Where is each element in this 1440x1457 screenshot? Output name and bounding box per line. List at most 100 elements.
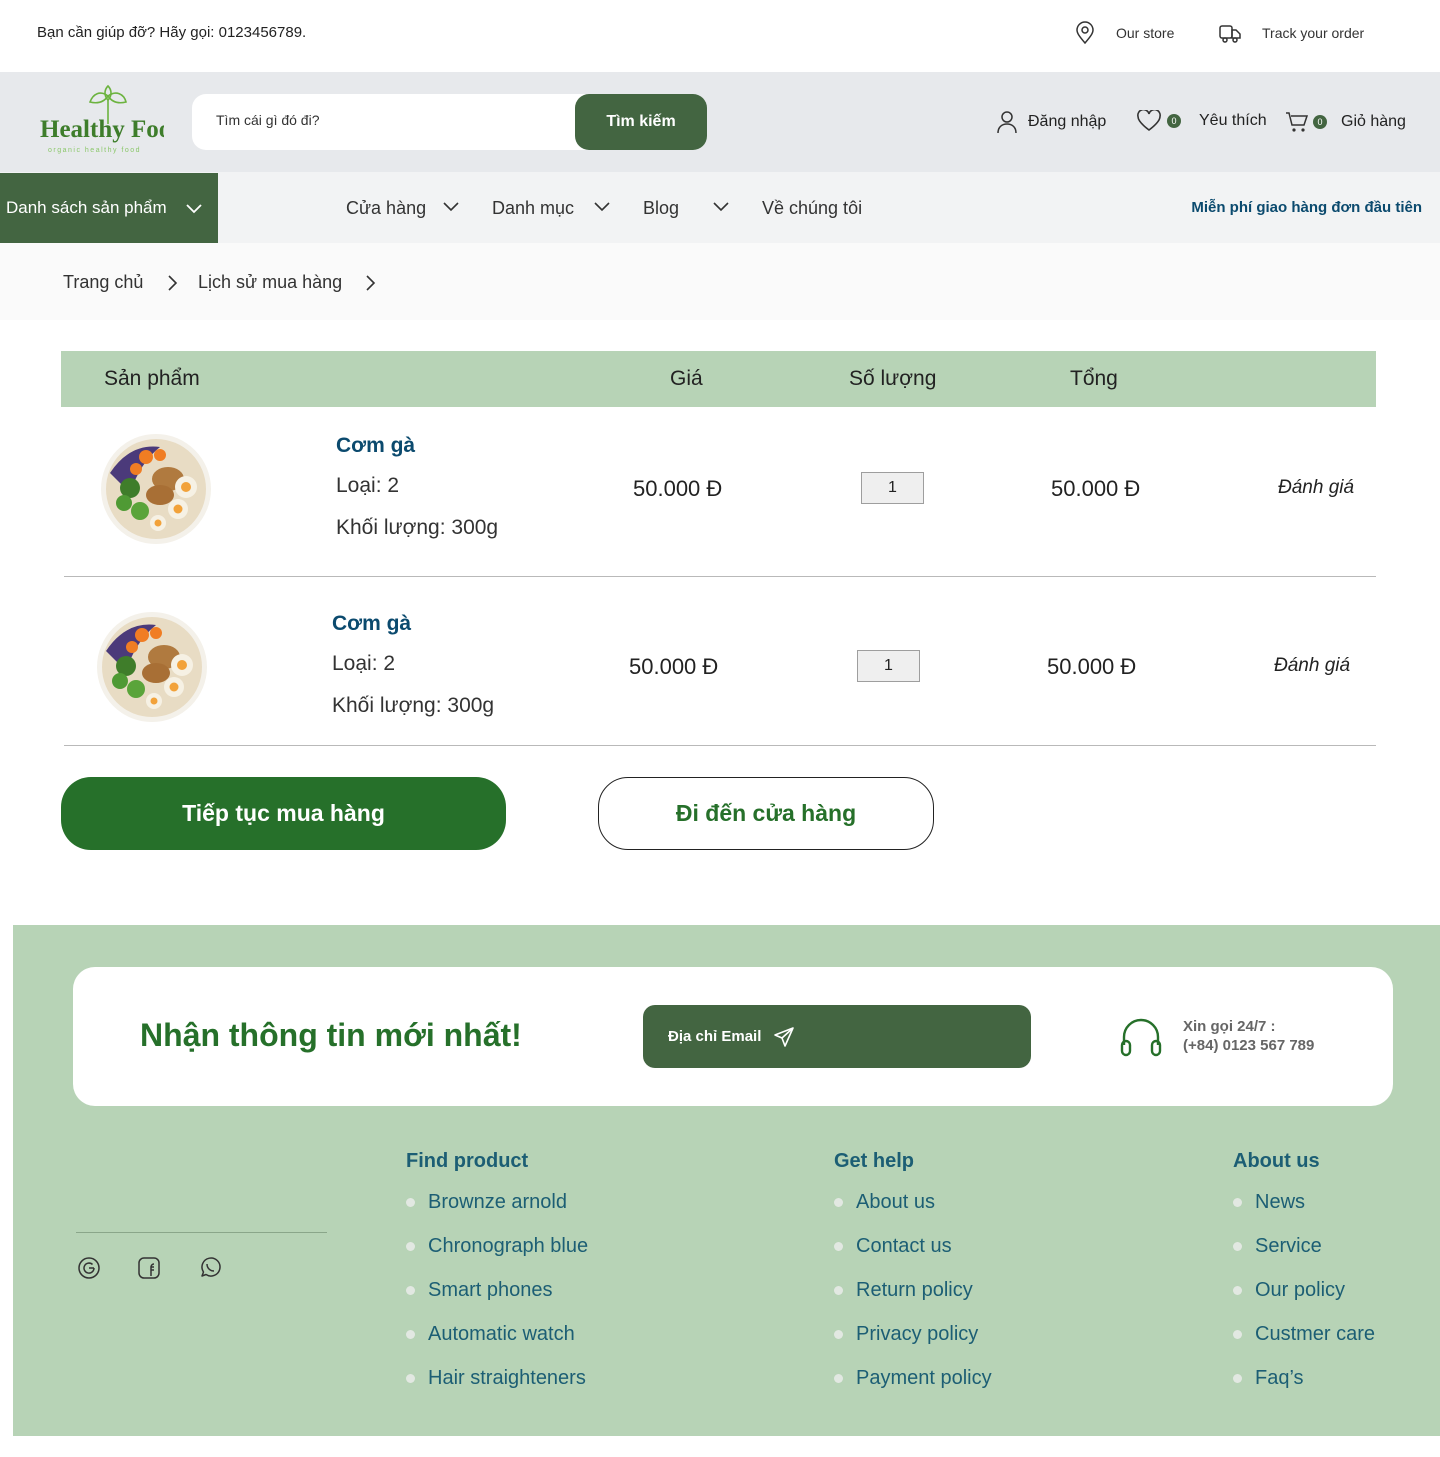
footer-link[interactable]: Payment policy	[856, 1367, 992, 1390]
product-price: 50.000 Đ	[633, 476, 723, 501]
bullet-dot	[406, 1330, 415, 1339]
product-image[interactable]	[100, 433, 212, 545]
bullet-dot	[834, 1242, 843, 1251]
google-icon[interactable]	[77, 1256, 101, 1280]
column-header-quantity: Số lượng	[849, 367, 937, 390]
category-button-label: Danh sách sản phẩm	[6, 198, 167, 217]
table-row: Cơm gà Loại: 2 Khối lượng: 300g 50.000 Đ…	[64, 407, 1376, 576]
table-row: Cơm gà Loại: 2 Khối lượng: 300g 50.000 Đ…	[64, 585, 1376, 745]
bullet-dot	[406, 1286, 415, 1295]
our-store-label: Our store	[1116, 25, 1175, 41]
cart-icon	[1286, 112, 1309, 132]
nav-item-category[interactable]: Danh mục	[492, 198, 574, 219]
whatsapp-icon[interactable]	[198, 1256, 222, 1280]
continue-shopping-button[interactable]: Tiếp tục mua hàng	[61, 777, 506, 850]
bullet-dot	[834, 1198, 843, 1207]
footer-column-title: About us	[1233, 1150, 1320, 1172]
healthy-food-logo[interactable]: Healthy Food organic healthy food	[38, 82, 185, 158]
logo-wordmark: Healthy Food	[40, 116, 164, 143]
headset-icon	[1120, 1018, 1162, 1057]
bullet-dot	[1233, 1374, 1242, 1383]
footer-column-title: Find product	[406, 1150, 529, 1172]
nav-item-blog[interactable]: Blog	[643, 198, 679, 219]
chevron-down-icon[interactable]	[593, 200, 611, 212]
bullet-dot	[1233, 1198, 1242, 1207]
footer: Nhận thông tin mới nhất! Địa chỉ Email X…	[13, 925, 1440, 1436]
wishlist-count-badge: 0	[1167, 114, 1181, 128]
product-image[interactable]	[96, 611, 208, 723]
footer-link[interactable]: Return policy	[856, 1279, 973, 1302]
breadcrumb: Trang chủ Lịch sử mua hàng	[0, 243, 1440, 320]
product-price: 50.000 Đ	[629, 654, 719, 679]
footer-link[interactable]: Automatic watch	[428, 1323, 575, 1346]
footer-link[interactable]: About us	[856, 1191, 935, 1214]
footer-link[interactable]: Custmer care	[1255, 1323, 1375, 1346]
footer-link[interactable]: Privacy policy	[856, 1323, 978, 1346]
bullet-dot	[1233, 1286, 1242, 1295]
footer-column-title: Get help	[834, 1150, 915, 1172]
cart-label: Giỏ hàng	[1341, 113, 1406, 130]
footer-link[interactable]: Service	[1255, 1235, 1322, 1258]
footer-link[interactable]: Chronograph blue	[428, 1235, 588, 1258]
email-label: Địa chỉ Email	[668, 1028, 762, 1045]
nav-item-store[interactable]: Cửa hàng	[346, 198, 426, 219]
row-divider	[64, 745, 1376, 746]
chevron-down-icon[interactable]	[712, 200, 730, 212]
product-name[interactable]: Cơm gà	[332, 612, 411, 636]
login-link[interactable]: Đăng nhập	[996, 110, 1106, 134]
bullet-dot	[834, 1374, 843, 1383]
bullet-dot	[834, 1330, 843, 1339]
send-icon[interactable]	[773, 1026, 795, 1048]
bullet-dot	[1233, 1330, 1242, 1339]
our-store-link[interactable]: Our store	[1074, 21, 1174, 45]
user-icon	[997, 111, 1017, 134]
cart-link[interactable]: 0 Giỏ hàng	[1285, 110, 1406, 134]
location-pin-icon	[1076, 21, 1094, 45]
support-phone: Xin gọi 24/7 : (+84) 0123 567 789	[1119, 1015, 1314, 1057]
review-link[interactable]: Đánh giá	[1274, 655, 1350, 677]
newsletter-title: Nhận thông tin mới nhất!	[140, 1017, 522, 1053]
breadcrumb-home[interactable]: Trang chủ	[63, 272, 143, 293]
facebook-icon[interactable]	[137, 1256, 161, 1280]
footer-link[interactable]: Faq’s	[1255, 1367, 1304, 1390]
search-button[interactable]: Tìm kiếm	[575, 94, 707, 150]
footer-link[interactable]: Contact us	[856, 1235, 952, 1258]
main-header: Healthy Food organic healthy food Tìm ki…	[0, 72, 1440, 172]
quantity-field[interactable]: 1	[861, 472, 924, 504]
quantity-field[interactable]: 1	[857, 650, 920, 682]
go-to-store-button[interactable]: Đi đến cửa hàng	[598, 777, 934, 850]
product-name[interactable]: Cơm gà	[336, 434, 415, 458]
email-field[interactable]: Địa chỉ Email	[643, 1005, 1031, 1068]
product-total: 50.000 Đ	[1051, 476, 1141, 501]
review-link[interactable]: Đánh giá	[1278, 477, 1354, 499]
login-label: Đăng nhập	[1028, 113, 1107, 130]
footer-link[interactable]: Our policy	[1255, 1279, 1345, 1302]
footer-divider	[76, 1232, 327, 1233]
search-input[interactable]	[216, 112, 556, 128]
table-header: Sản phẩm Giá Số lượng Tổng	[61, 351, 1376, 407]
wishlist-link[interactable]: 0 Yêu thích	[1137, 110, 1267, 132]
track-order-link[interactable]: Track your order	[1218, 21, 1364, 45]
row-divider	[64, 576, 1376, 577]
breadcrumb-purchase-history[interactable]: Lịch sử mua hàng	[198, 272, 342, 293]
product-category-menu-button[interactable]: Danh sách sản phẩm	[0, 173, 218, 243]
truck-icon	[1219, 25, 1241, 43]
support-phone-label: Xin gọi 24/7 :	[1183, 1018, 1276, 1035]
footer-link[interactable]: Brownze arnold	[428, 1191, 567, 1214]
footer-link[interactable]: News	[1255, 1191, 1305, 1214]
product-total: 50.000 Đ	[1047, 654, 1137, 679]
footer-link[interactable]: Smart phones	[428, 1279, 553, 1302]
footer-link[interactable]: Hair straighteners	[428, 1367, 586, 1390]
bullet-dot	[406, 1198, 415, 1207]
newsletter-box: Nhận thông tin mới nhất! Địa chỉ Email X…	[73, 967, 1393, 1106]
bullet-dot	[1233, 1242, 1242, 1251]
product-weight: Khối lượng: 300g	[336, 516, 499, 539]
chevron-right-icon	[168, 275, 178, 291]
logo-tagline: organic healthy food	[48, 147, 141, 154]
track-order-label: Track your order	[1262, 25, 1365, 41]
product-type: Loại: 2	[336, 474, 400, 497]
top-bar: Bạn cần giúp đỡ? Hãy gọi: 0123456789. Ou…	[0, 0, 1440, 72]
search-bar: Tìm kiếm	[192, 94, 707, 150]
chevron-down-icon[interactable]	[442, 200, 460, 212]
nav-item-about[interactable]: Về chúng tôi	[762, 198, 862, 219]
